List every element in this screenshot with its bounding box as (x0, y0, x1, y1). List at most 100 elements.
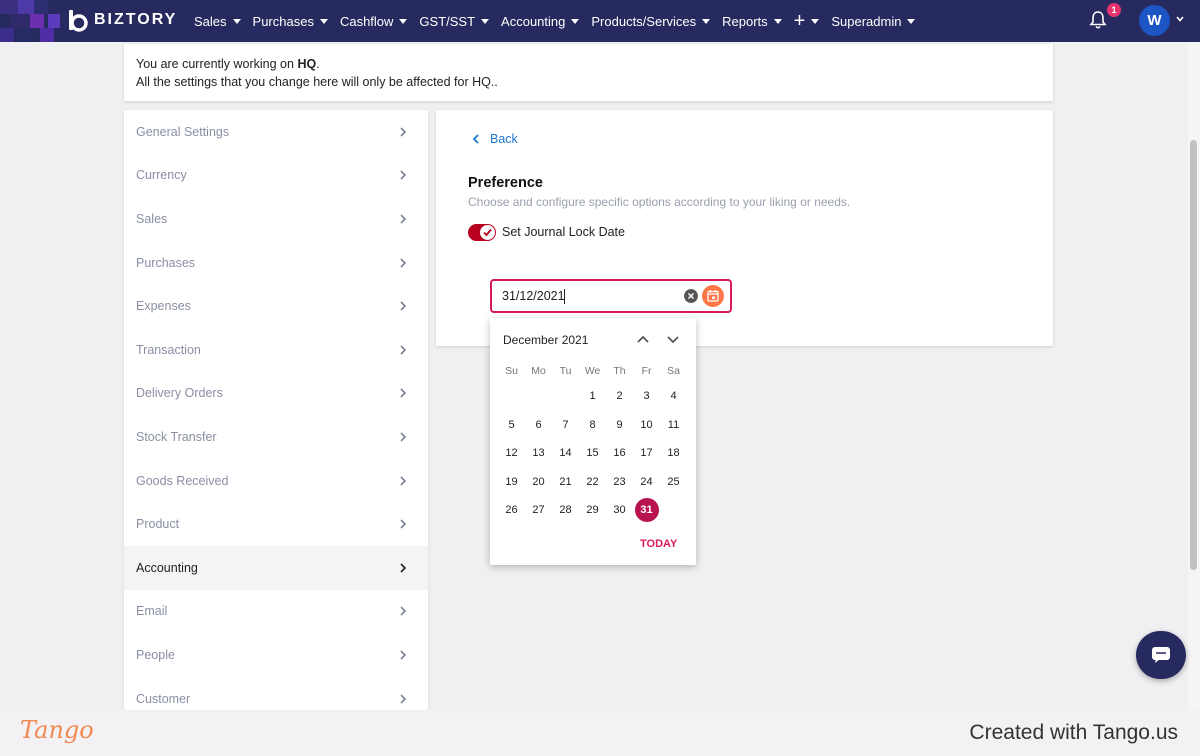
scrollbar-thumb[interactable] (1190, 140, 1197, 570)
chevron-down-icon[interactable] (666, 332, 680, 346)
weekday-header: Fr (641, 365, 652, 377)
calendar-day[interactable]: 5 (498, 413, 525, 437)
sidebar-item-goods-received[interactable]: Goods Received (124, 459, 428, 503)
calendar-day[interactable]: 4 (660, 384, 687, 408)
calendar-day[interactable]: 14 (552, 441, 579, 465)
nav-cashflow[interactable]: Cashflow (339, 13, 408, 29)
sidebar-item-people[interactable]: People (124, 633, 428, 677)
calendar-day[interactable]: 21 (552, 470, 579, 494)
calendar-day[interactable]: 13 (525, 441, 552, 465)
calendar-day[interactable]: 11 (660, 413, 687, 437)
nav-accounting[interactable]: Accounting (501, 14, 580, 29)
sidebar-item-currency[interactable]: Currency (124, 154, 428, 198)
chevron-right-icon (400, 345, 407, 355)
brand-mosaic (0, 0, 70, 42)
avatar[interactable]: W (1139, 5, 1170, 36)
weekday-header: Tu (559, 365, 572, 377)
nav-sales[interactable]: Sales (194, 14, 241, 29)
nav-quick-add[interactable]: + (794, 11, 820, 31)
calendar-day[interactable]: 10 (633, 413, 660, 437)
nav-reports[interactable]: Reports (722, 14, 782, 29)
journal-lock-toggle[interactable] (468, 224, 496, 241)
sidebar-item-transaction[interactable]: Transaction (124, 328, 428, 372)
calendar-day[interactable]: 12 (498, 441, 525, 465)
sidebar-item-label: Expenses (136, 299, 191, 314)
calendar-day[interactable]: 19 (498, 470, 525, 494)
sidebar-item-product[interactable]: Product (124, 502, 428, 546)
clear-icon[interactable] (684, 289, 698, 303)
chevron-right-icon (400, 650, 407, 660)
sidebar-item-delivery-orders[interactable]: Delivery Orders (124, 372, 428, 416)
calendar-day[interactable]: 23 (606, 470, 633, 494)
sidebar-item-sales[interactable]: Sales (124, 197, 428, 241)
chevron-right-icon (400, 301, 407, 311)
calendar-day[interactable]: 20 (525, 470, 552, 494)
calendar-day[interactable]: 1 (579, 384, 606, 408)
nav-label: Cashflow (339, 13, 394, 29)
biztory-logo-icon (69, 10, 88, 32)
sidebar-item-stock-transfer[interactable]: Stock Transfer (124, 415, 428, 459)
back-link[interactable]: Back (472, 132, 518, 146)
info-prefix: You are currently working on (136, 57, 298, 71)
sidebar-item-label: Currency (136, 168, 187, 183)
sidebar-item-label: Goods Received (136, 473, 229, 488)
calendar-day[interactable]: 16 (606, 441, 633, 465)
chevron-up-icon[interactable] (636, 332, 650, 346)
tango-logo: Tango (20, 716, 94, 744)
top-navbar: BIZTORY Sales Purchases Cashflow GST/SST… (0, 0, 1200, 42)
calendar-day[interactable]: 22 (579, 470, 606, 494)
sidebar-item-label: Delivery Orders (136, 386, 223, 401)
calendar-day[interactable]: 29 (579, 498, 606, 522)
calendar-day[interactable]: 15 (579, 441, 606, 465)
sidebar-item-general-settings[interactable]: General Settings (124, 110, 428, 154)
sidebar-item-expenses[interactable]: Expenses (124, 284, 428, 328)
nav-superadmin[interactable]: Superadmin (831, 14, 916, 29)
page-subtitle: Choose and configure specific options ac… (468, 195, 851, 209)
weekday-header: Su (505, 365, 518, 377)
nav-label: Reports (722, 13, 768, 29)
calendar-day[interactable]: 3 (633, 384, 660, 408)
calendar-day[interactable]: 27 (525, 498, 552, 522)
date-value[interactable]: 31/12/2021 (502, 289, 565, 303)
calendar-day[interactable]: 25 (660, 470, 687, 494)
sidebar-item-purchases[interactable]: Purchases (124, 241, 428, 285)
calendar-day[interactable]: 18 (660, 441, 687, 465)
chevron-down-icon[interactable] (1176, 15, 1184, 23)
calendar-day[interactable]: 9 (606, 413, 633, 437)
chevron-left-icon (472, 134, 479, 144)
chevron-right-icon (400, 432, 407, 442)
nav-label: Products/Services (591, 13, 697, 29)
calendar-day[interactable]: 6 (525, 413, 552, 437)
calendar-day[interactable]: 26 (498, 498, 525, 522)
chat-icon (1152, 647, 1170, 663)
tango-footer: Tango Created with Tango.us (0, 710, 1200, 756)
nav-purchases[interactable]: Purchases (253, 14, 328, 29)
calendar-day[interactable]: 28 (552, 498, 579, 522)
settings-sidebar: General Settings Currency Sales Purchases Ex… (124, 110, 428, 710)
journal-lock-date-input[interactable]: 31/12/2021 (490, 279, 732, 313)
sidebar-item-accounting[interactable]: Accounting (124, 545, 428, 590)
brand-name: BIZTORY (94, 11, 178, 28)
calendar-day[interactable]: 8 (579, 413, 606, 437)
chevron-right-icon (400, 388, 407, 398)
chat-launcher-button[interactable] (1136, 631, 1186, 679)
bell-icon[interactable] (1088, 10, 1108, 30)
calendar-day[interactable]: 7 (552, 413, 579, 437)
nav-gst-sst[interactable]: GST/SST (419, 14, 490, 29)
page-title: Preference (468, 175, 543, 191)
calendar-day[interactable]: 17 (633, 441, 660, 465)
sidebar-item-label: Product (136, 517, 180, 532)
chevron-right-icon (400, 258, 407, 268)
calendar-button[interactable] (702, 285, 724, 307)
sidebar-item-customer[interactable]: Customer (124, 677, 428, 710)
calendar-day-selected[interactable]: 31 (634, 498, 659, 522)
weekday-header: Sa (667, 365, 680, 377)
date-picker-popup: December 2021 TODAY Su Mo Tu We Th Fr Sa 1 2 3 4 5 6… (490, 318, 696, 565)
brand[interactable]: BIZTORY (66, 8, 177, 32)
today-button[interactable]: TODAY (640, 538, 677, 550)
calendar-day[interactable]: 24 (633, 470, 660, 494)
nav-products-services[interactable]: Products/Services (591, 13, 711, 29)
sidebar-item-email[interactable]: Email (124, 590, 428, 634)
calendar-day[interactable]: 30 (606, 498, 633, 522)
calendar-day[interactable]: 2 (606, 384, 633, 408)
